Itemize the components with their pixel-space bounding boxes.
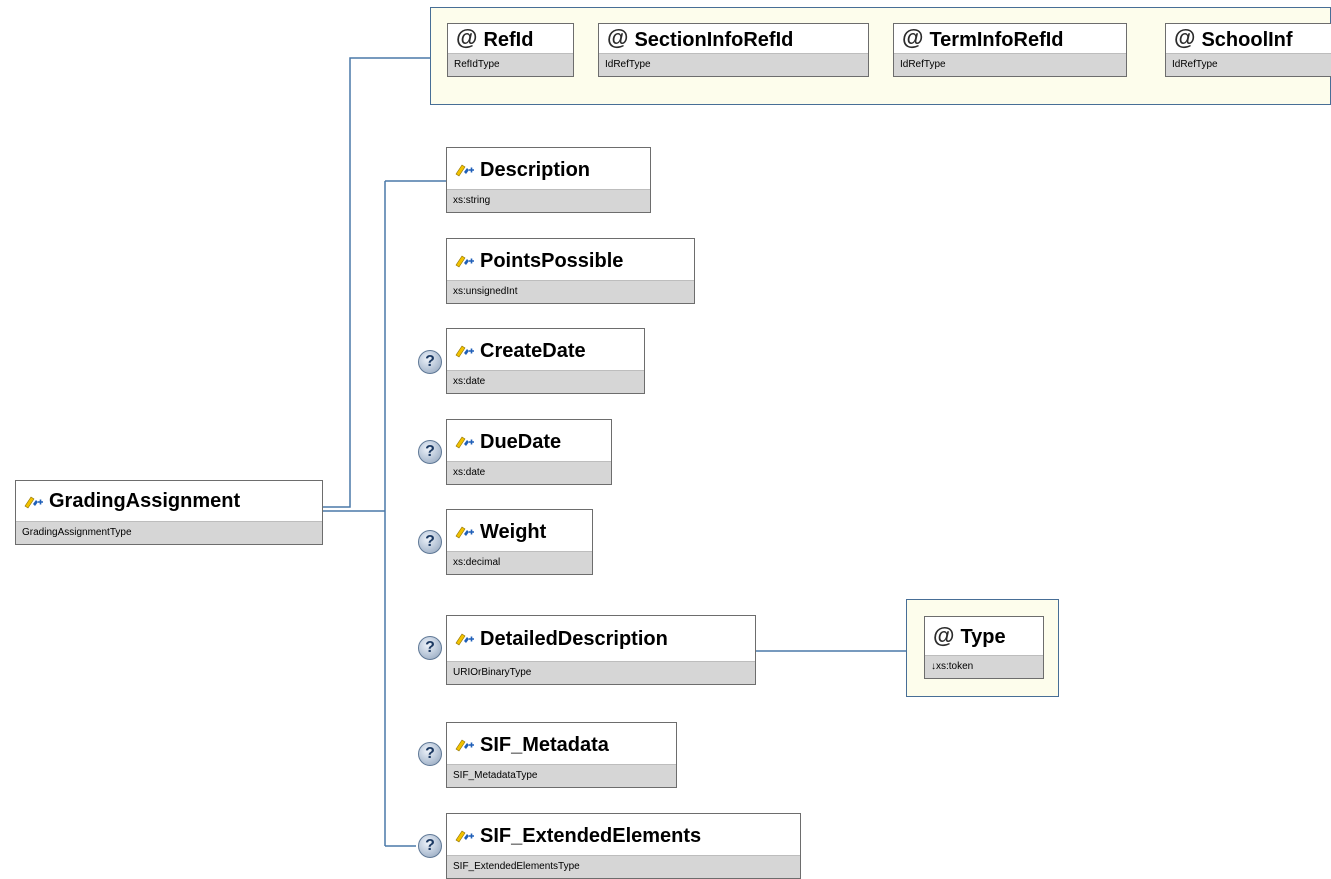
element-name: Description: [480, 158, 591, 181]
attribute-type: IdRefType: [1166, 53, 1331, 76]
element-pointspossible[interactable]: PointsPossible xs:unsignedInt: [446, 238, 695, 304]
element-name: GradingAssignment: [49, 490, 241, 512]
attribute-type: IdRefType: [599, 53, 868, 76]
optional-icon: ?: [418, 350, 442, 374]
attribute-at-icon: @: [1174, 25, 1196, 50]
detailed-attribute-group: @ Type ↓xs:token: [906, 599, 1059, 697]
element-icon: [455, 739, 474, 752]
element-icon: [455, 255, 474, 268]
optional-icon: ?: [418, 636, 442, 660]
element-type: SIF_MetadataType: [447, 764, 676, 787]
element-type: URIOrBinaryType: [447, 661, 755, 684]
optional-icon: ?: [418, 440, 442, 464]
attribute-at-icon: @: [456, 25, 478, 50]
attribute-terminforefid[interactable]: @ TermInfoRefId IdRefType: [893, 23, 1127, 77]
element-name: DueDate: [480, 430, 562, 453]
element-name: DetailedDescription: [480, 627, 668, 650]
element-sif-extendedelements[interactable]: SIF_ExtendedElements SIF_ExtendedElement…: [446, 813, 801, 879]
attribute-refid[interactable]: @ RefId RefIdType: [447, 23, 574, 77]
element-type: SIF_ExtendedElementsType: [447, 855, 800, 878]
optional-icon: ?: [418, 530, 442, 554]
attribute-sectioninforefid[interactable]: @ SectionInfoRefId IdRefType: [598, 23, 869, 77]
element-type: GradingAssignmentType: [16, 521, 322, 544]
attribute-name: TermInfoRefId: [929, 28, 1064, 51]
optional-icon: ?: [418, 742, 442, 766]
root-element-gradingassignment[interactable]: GradingAssignment GradingAssignmentType: [15, 480, 323, 545]
element-name: Weight: [480, 520, 547, 543]
attribute-name: Type: [960, 626, 1006, 648]
element-icon: [455, 633, 474, 646]
element-sif-metadata[interactable]: SIF_Metadata SIF_MetadataType: [446, 722, 677, 788]
attribute-type: RefIdType: [448, 53, 573, 76]
element-icon: [455, 164, 474, 177]
attribute-at-icon: @: [607, 25, 629, 50]
element-name: PointsPossible: [480, 249, 624, 272]
root-to-attributes-line: [323, 57, 430, 508]
element-type: xs:decimal: [447, 551, 592, 574]
attribute-schoolinforefid[interactable]: @ SchoolInf IdRefType: [1165, 23, 1331, 77]
attribute-at-icon: @: [933, 622, 955, 648]
element-icon: [455, 830, 474, 843]
attribute-name: SchoolInf: [1201, 28, 1293, 51]
element-description[interactable]: Description xs:string: [446, 147, 651, 213]
element-detaileddescription[interactable]: DetailedDescription URIOrBinaryType: [446, 615, 756, 685]
element-createdate[interactable]: CreateDate xs:date: [446, 328, 645, 394]
element-name: SIF_Metadata: [480, 733, 609, 756]
element-type: xs:date: [447, 461, 611, 484]
element-icon: [455, 436, 474, 449]
element-type: xs:unsignedInt: [447, 280, 694, 303]
element-type: xs:string: [447, 189, 650, 212]
attribute-group: @ RefId RefIdType @ SectionInfoRefId IdRef…: [430, 7, 1331, 105]
element-weight[interactable]: Weight xs:decimal: [446, 509, 593, 575]
element-name: SIF_ExtendedElements: [480, 824, 702, 847]
element-icon: [24, 496, 43, 508]
optional-icon: ?: [418, 834, 442, 858]
attribute-name: SectionInfoRefId: [634, 28, 794, 51]
element-name: CreateDate: [480, 339, 586, 362]
attribute-at-icon: @: [902, 25, 924, 50]
attribute-type: ↓xs:token: [925, 655, 1043, 678]
attribute-name: RefId: [483, 28, 534, 51]
element-icon: [455, 526, 474, 539]
element-duedate[interactable]: DueDate xs:date: [446, 419, 612, 485]
element-icon: [455, 345, 474, 358]
element-type: xs:date: [447, 370, 644, 393]
attribute-type-token[interactable]: @ Type ↓xs:token: [924, 616, 1044, 679]
attribute-type: IdRefType: [894, 53, 1126, 76]
